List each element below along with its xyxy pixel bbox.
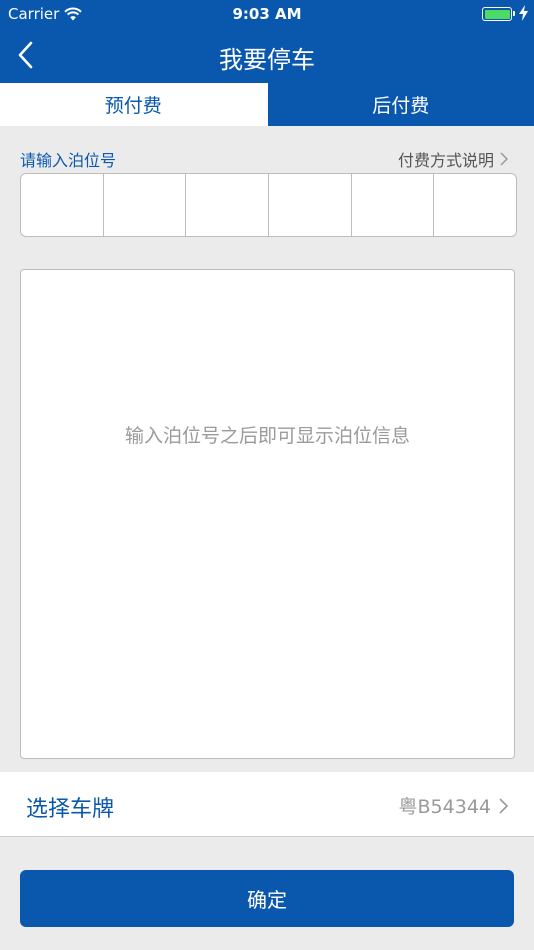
- clock: 9:03 AM: [232, 5, 302, 23]
- berth-info-panel: 输入泊位号之后即可显示泊位信息: [20, 269, 515, 759]
- berth-digit-box[interactable]: [434, 174, 516, 236]
- berth-digit-box[interactable]: [21, 174, 104, 236]
- tab-postpay[interactable]: 后付费: [266, 83, 534, 126]
- chevron-right-icon: [500, 152, 508, 166]
- select-plate-row[interactable]: 选择车牌 粤B54344: [0, 772, 534, 837]
- berth-digit-box[interactable]: [352, 174, 435, 236]
- plate-number: 粤B54344: [398, 796, 491, 818]
- berth-number-input[interactable]: [20, 173, 517, 237]
- tab-prepay[interactable]: 预付费: [0, 83, 267, 126]
- status-bar: Carrier 9:03 AM: [0, 0, 534, 28]
- plate-value: 粤B54344: [399, 792, 508, 819]
- payment-method-info-label: 付费方式说明: [397, 151, 494, 170]
- berth-digit-box[interactable]: [186, 174, 270, 236]
- payment-method-info-link[interactable]: 付费方式说明: [398, 147, 508, 171]
- berth-number-label: 请输入泊位号: [20, 151, 117, 170]
- berth-info-hint: 输入泊位号之后即可显示泊位信息: [124, 424, 410, 447]
- chevron-right-icon: [499, 797, 508, 814]
- battery-icon: [482, 7, 515, 21]
- berth-digit-box[interactable]: [104, 174, 187, 236]
- berth-digit-box[interactable]: [269, 174, 352, 236]
- charging-icon: [519, 5, 528, 25]
- page-title: 我要停车: [219, 46, 315, 74]
- select-plate-label: 选择车牌: [26, 797, 115, 822]
- payment-tabs: 预付费 后付费: [0, 83, 534, 126]
- navigation-bar: 我要停车: [0, 28, 534, 83]
- confirm-button[interactable]: 确定: [20, 870, 514, 927]
